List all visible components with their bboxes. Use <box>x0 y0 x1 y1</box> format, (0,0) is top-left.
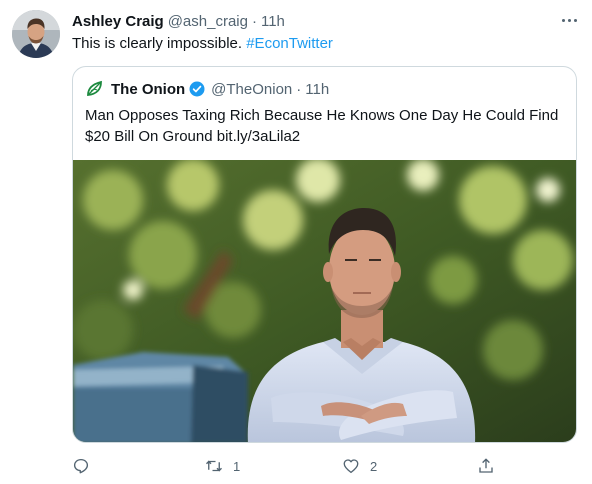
quoted-tweet[interactable]: The Onion @TheOnion · 11h Man Opposes Ta… <box>72 66 577 443</box>
onion-logo-icon <box>85 79 105 99</box>
tweet-header: Ashley Craig @ash_craig · 11h <box>72 11 285 31</box>
retweet-icon <box>206 460 222 472</box>
quoted-author-name[interactable]: The Onion <box>111 81 185 98</box>
like-count: 2 <box>370 458 378 474</box>
separator-dot: · <box>296 80 302 98</box>
quoted-timestamp[interactable]: 11h <box>305 81 329 98</box>
tweet-body: This is clearly impossible. <box>72 35 247 52</box>
quoted-author-handle[interactable]: @TheOnion <box>211 81 292 98</box>
author-handle[interactable]: @ash_craig <box>168 13 248 30</box>
article-photo[interactable] <box>73 160 576 442</box>
tweet-timestamp[interactable]: 11h <box>261 13 285 30</box>
retweet-count: 1 <box>233 458 241 474</box>
heart-icon <box>343 459 359 474</box>
share-icon <box>479 458 493 473</box>
like-button[interactable]: 2 <box>342 454 377 478</box>
quoted-tweet-text: Man Opposes Taxing Rich Because He Knows… <box>85 105 565 147</box>
avatar[interactable] <box>12 10 60 58</box>
author-name[interactable]: Ashley Craig <box>72 13 164 30</box>
tweet[interactable]: Ashley Craig @ash_craig · 11h This is cl… <box>0 0 592 484</box>
reply-icon <box>73 458 89 474</box>
quoted-link[interactable]: bit.ly/3aLila2 <box>217 128 300 145</box>
tweet-actions: 1 2 <box>72 454 512 478</box>
reply-button[interactable] <box>72 454 90 478</box>
separator-dot: · <box>251 12 257 30</box>
share-button[interactable] <box>477 454 495 478</box>
quoted-body: Man Opposes Taxing Rich Because He Knows… <box>85 107 559 145</box>
more-options-icon[interactable] <box>554 8 584 32</box>
verified-badge-icon <box>189 81 205 97</box>
retweet-button[interactable]: 1 <box>205 454 240 478</box>
quoted-tweet-header: The Onion @TheOnion · 11h <box>85 78 329 100</box>
hashtag-link[interactable]: #EconTwitter <box>246 35 333 52</box>
tweet-text: This is clearly impossible. #EconTwitter <box>72 34 333 54</box>
